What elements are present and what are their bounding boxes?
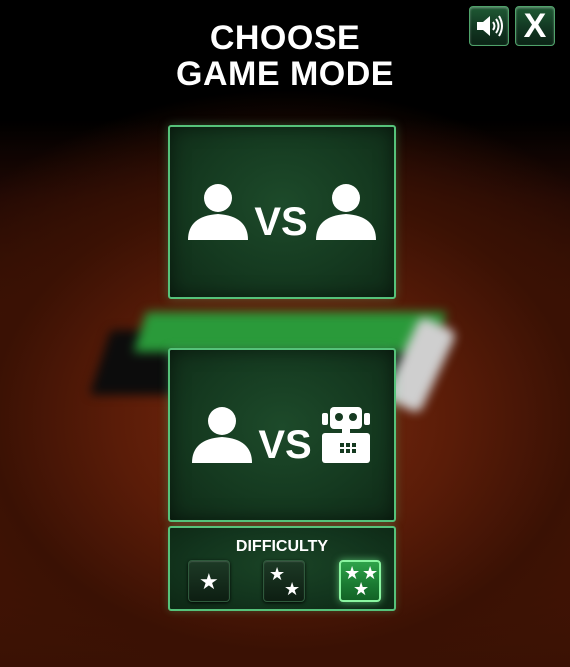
- robot-icon: [321, 407, 370, 463]
- person-icon: [188, 184, 249, 240]
- difficulty-easy-button[interactable]: ★: [188, 560, 230, 602]
- speaker-icon: [477, 15, 503, 37]
- title-line-1: CHOOSE: [209, 19, 361, 57]
- vs-label: VS: [258, 423, 312, 467]
- person-icon: [315, 184, 376, 240]
- title-line-2: GAME MODE: [176, 55, 394, 93]
- game-mode-screen: CHOOSE GAME MODE X VS VS DIFFICULTY ★ ★ …: [0, 0, 570, 667]
- mode-player-vs-player-button[interactable]: VS: [168, 125, 396, 299]
- pvc-matchup: VS: [190, 405, 373, 465]
- vs-label: VS: [254, 200, 308, 244]
- mode-player-vs-computer-button[interactable]: VS: [168, 348, 396, 522]
- difficulty-panel: DIFFICULTY ★ ★ ★ ★ ★ ★: [168, 526, 396, 611]
- star-icon: ★: [199, 569, 219, 594]
- close-button[interactable]: X: [515, 6, 555, 46]
- close-icon: X: [523, 6, 547, 45]
- star-icon: ★: [269, 564, 286, 584]
- pvp-matchup: VS: [186, 182, 377, 242]
- difficulty-medium-button[interactable]: ★ ★: [263, 560, 305, 602]
- difficulty-label: DIFFICULTY: [235, 538, 329, 555]
- star-icon: ★: [353, 579, 370, 599]
- sound-toggle-button[interactable]: [469, 6, 509, 46]
- star-icon: ★: [284, 579, 301, 599]
- difficulty-hard-button[interactable]: ★ ★ ★: [339, 560, 381, 602]
- person-icon: [192, 407, 253, 463]
